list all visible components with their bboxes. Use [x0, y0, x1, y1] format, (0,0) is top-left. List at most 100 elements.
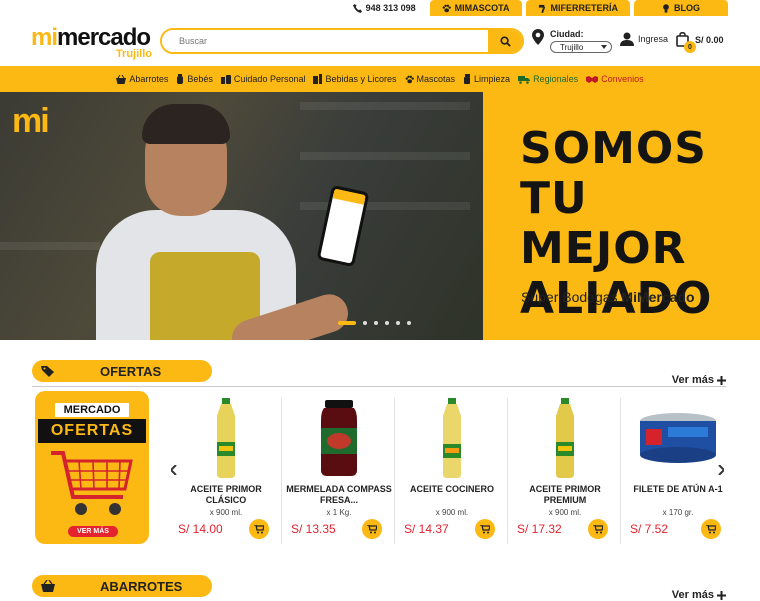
promo-card[interactable]: MERCADO OFERTAS VER MÁS [35, 391, 149, 544]
product-name: ACEITE COCINERO [409, 484, 494, 494]
offers-see-more[interactable]: Ver más [672, 374, 726, 386]
shopping-cart-icon [51, 451, 133, 515]
shelf-decoration [0, 242, 100, 250]
product-name: MERMELADA COMPASS FRESA... [286, 484, 392, 505]
login-label: Ingresa [638, 34, 669, 44]
carousel-dot[interactable] [338, 321, 356, 325]
baby-icon [177, 74, 184, 84]
basket-icon [116, 74, 127, 84]
promo-see-more-button[interactable]: VER MÁS [68, 526, 118, 537]
carousel-dot[interactable] [396, 321, 400, 325]
offers-title: OFERTAS [100, 363, 162, 379]
carousel-dot[interactable] [363, 321, 367, 325]
shopkeeper-hair [142, 104, 230, 144]
cart-icon [367, 524, 377, 533]
basket-icon [41, 580, 55, 592]
blog-label: BLOG [674, 3, 700, 13]
hero-banner[interactable]: mi SOMOS TU MEJOR ALIADO Súper Bodegas M… [0, 92, 760, 340]
site-header: mimercado Trujillo Ciudad: Trujillo Ingr… [0, 16, 760, 66]
product-name: FILETE DE ATÚN A-1 [633, 484, 723, 494]
paw-icon [442, 4, 451, 12]
mimascota-label: MIMASCOTA [454, 3, 510, 13]
phone-number: 948 313 098 [365, 3, 416, 13]
hero-subtitle: Súper Bodegas MiMercado [521, 289, 695, 305]
product-card[interactable]: ACEITE PRIMOR PREMIUM x 900 ml. S/ 17.32 [509, 398, 621, 544]
hammer-icon [538, 4, 545, 13]
see-more-label: Ver más [671, 374, 714, 386]
logo-mercado: mercado [57, 24, 151, 51]
add-to-cart-button[interactable] [701, 519, 721, 539]
category-cuidado-personal[interactable]: Cuidado Personal [220, 74, 305, 84]
category-label: Mascotas [416, 74, 456, 84]
search-input[interactable] [162, 30, 488, 52]
smartphone-image [316, 184, 370, 268]
add-to-cart-button[interactable] [249, 519, 269, 539]
phone-contact[interactable]: 948 313 098 [352, 3, 416, 13]
miferreteria-link[interactable]: MIFERRETERÍA [525, 0, 630, 16]
product-card[interactable]: ACEITE COCINERO x 900 ml. S/ 14.37 [396, 398, 508, 544]
groceries-see-more[interactable]: Ver más [672, 589, 726, 601]
product-name: ACEITE PRIMOR CLÁSICO [190, 484, 262, 505]
category-abarrotes[interactable]: Abarrotes [116, 74, 168, 84]
product-image [537, 398, 593, 478]
blog-link[interactable]: BLOG [634, 0, 728, 16]
category-mascotas[interactable]: Mascotas [405, 74, 456, 84]
product-qty: x 1 Kg. [326, 508, 352, 517]
add-to-cart-button[interactable] [588, 519, 608, 539]
add-to-cart-button[interactable] [362, 519, 382, 539]
category-bebes[interactable]: Bebés [176, 74, 213, 84]
carousel-dots [338, 321, 411, 325]
shelf-decoration [300, 102, 470, 110]
add-to-cart-button[interactable] [475, 519, 495, 539]
product-image [198, 398, 254, 478]
cart-button[interactable]: 0 S/ 0.00 [676, 32, 724, 53]
offers-section-header: OFERTAS Ver más [32, 360, 732, 387]
logo-city: Trujillo [115, 48, 152, 60]
top-bar: 948 313 098 MIMASCOTA MIFERRETERÍA BLOG [0, 0, 760, 16]
shelf-decoration [300, 152, 470, 160]
section-divider [32, 386, 726, 387]
city-selector: Ciudad: Trujillo [532, 29, 612, 53]
oil-bottle-image [556, 398, 574, 478]
product-image [634, 398, 722, 478]
product-image [311, 398, 367, 478]
category-regionales[interactable]: Regionales [518, 74, 578, 84]
phone-icon [352, 3, 362, 13]
category-convenios[interactable]: Convenios [586, 74, 644, 84]
user-icon [620, 32, 634, 46]
login-link[interactable]: Ingresa [620, 32, 668, 46]
handshake-icon [586, 75, 599, 83]
product-qty: x 900 ml. [435, 508, 469, 517]
oil-bottle-image [217, 398, 235, 478]
product-card[interactable]: ACEITE PRIMOR CLÁSICO x 900 ml. S/ 14.00 [170, 398, 282, 544]
jam-jar-image [321, 400, 357, 476]
product-card[interactable]: MERMELADA COMPASS FRESA... x 1 Kg. S/ 13… [283, 398, 395, 544]
city-label: Ciudad: [550, 29, 584, 39]
carousel-dot[interactable] [374, 321, 378, 325]
paw-icon [405, 75, 414, 83]
product-image [424, 398, 480, 478]
groceries-title: ABARROTES [100, 578, 183, 594]
category-label: Bebidas y Licores [325, 74, 397, 84]
carousel-dot[interactable] [407, 321, 411, 325]
cart-icon [706, 524, 716, 533]
see-more-label: Ver más [671, 589, 714, 601]
product-name: ACEITE PRIMOR PREMIUM [529, 484, 601, 505]
product-price: S/ 14.00 [178, 522, 223, 536]
product-price: S/ 13.35 [291, 522, 336, 536]
search-button[interactable] [488, 30, 522, 52]
category-label: Regionales [533, 74, 579, 84]
carousel-dot[interactable] [385, 321, 389, 325]
category-bebidas-licores[interactable]: Bebidas y Licores [313, 74, 397, 84]
hero-subtitle-bold: MiMercado [621, 289, 695, 305]
hero-photo: mi [0, 92, 483, 340]
category-label: Bebés [187, 74, 213, 84]
city-select[interactable]: Trujillo [550, 41, 612, 53]
mimascota-link[interactable]: MIMASCOTA [429, 0, 522, 16]
category-limpieza[interactable]: Limpieza [463, 74, 510, 84]
cart-count-badge: 0 [684, 41, 696, 53]
promo-line2: OFERTAS [38, 419, 146, 443]
site-logo[interactable]: mimercado Trujillo [31, 24, 156, 64]
shelf-decoration [300, 202, 470, 210]
product-card[interactable]: FILETE DE ATÚN A-1 x 170 gr. S/ 7.52 [622, 398, 734, 544]
